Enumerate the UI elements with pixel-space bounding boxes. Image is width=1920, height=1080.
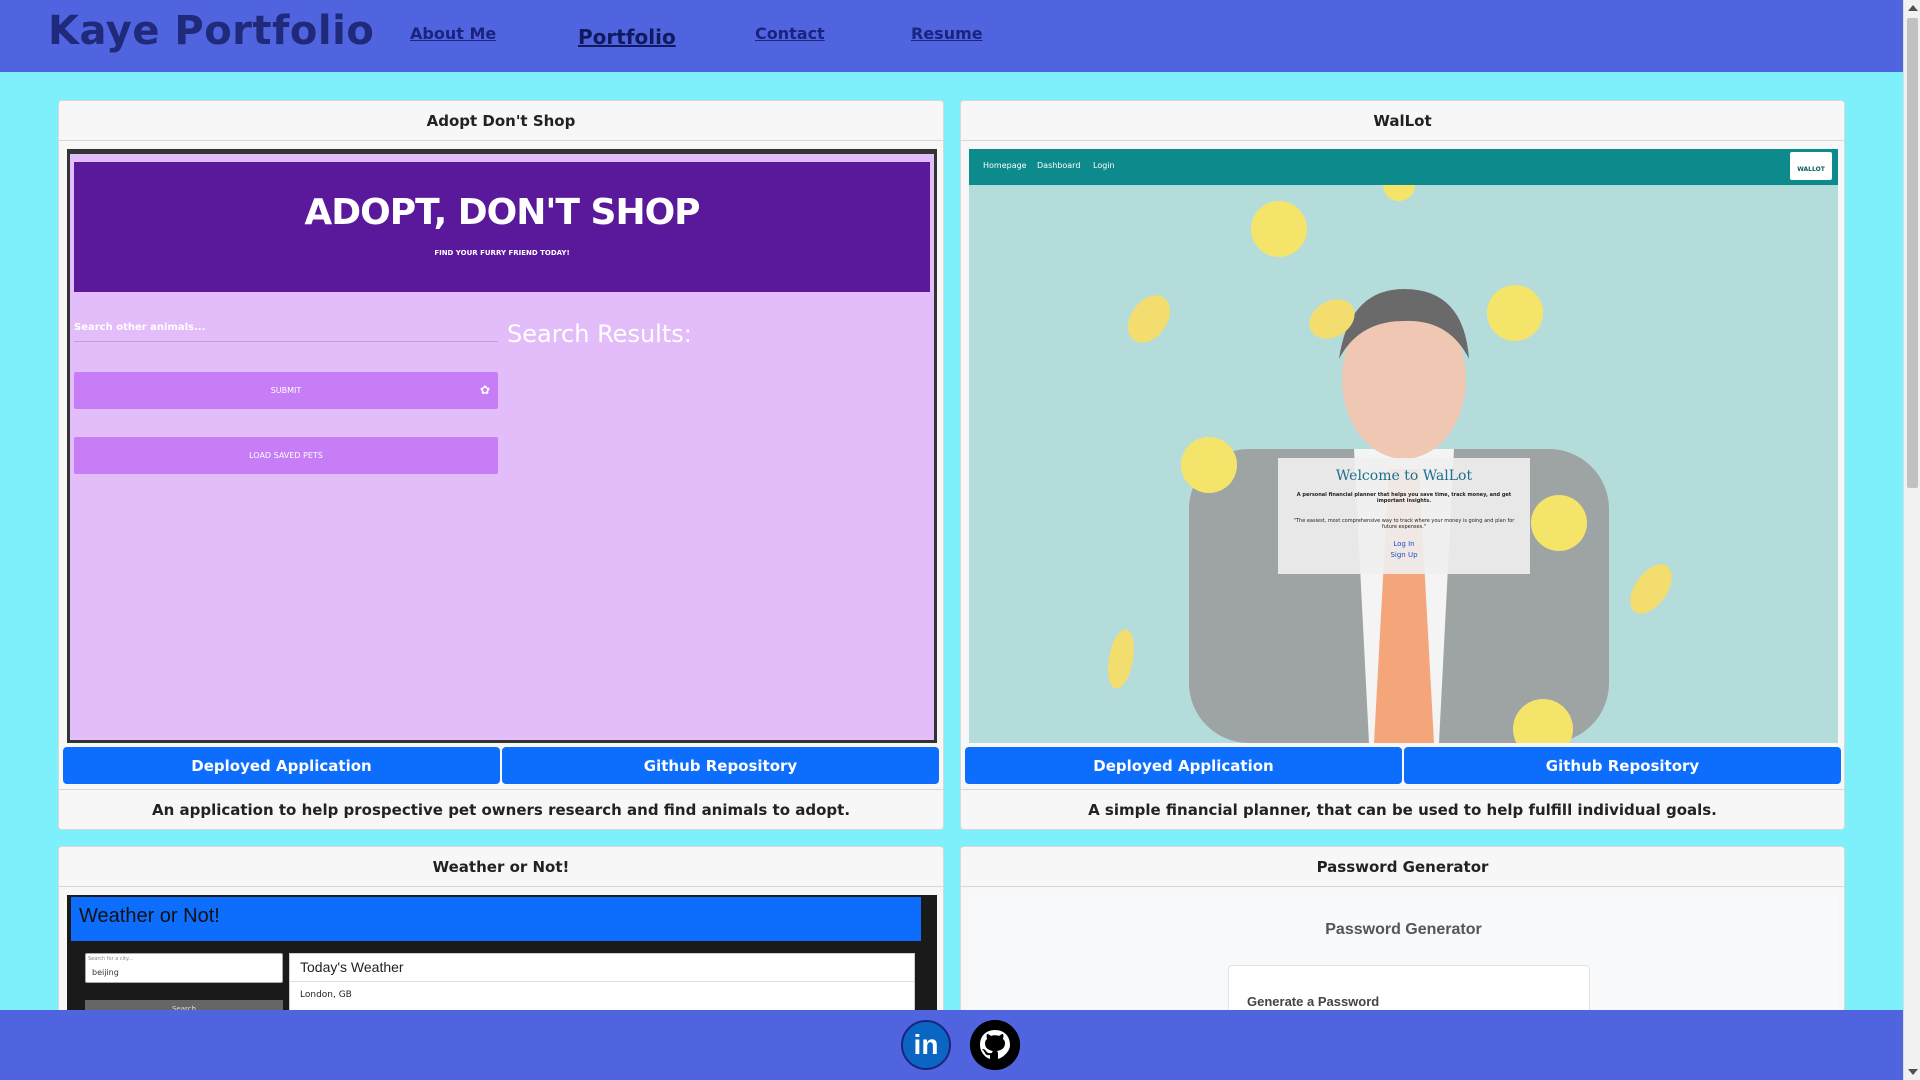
deployed-application-button[interactable]: Deployed Application bbox=[965, 747, 1402, 784]
scrollbar-thumb[interactable] bbox=[1907, 18, 1918, 488]
wallot-welcome-title: Welcome to WalLot bbox=[1335, 468, 1473, 484]
project-title: WalLot bbox=[961, 101, 1844, 141]
project-title: Password Generator bbox=[961, 847, 1844, 887]
project-description: An application to help prospective pet o… bbox=[59, 789, 943, 829]
navbar: Kaye Portfolio About Me Portfolio Contac… bbox=[0, 0, 1903, 72]
footer: in bbox=[0, 1010, 1903, 1080]
wallot-nav-dashboard: Dashboard bbox=[1037, 161, 1081, 170]
wallot-illustration bbox=[1108, 169, 1672, 743]
linkedin-icon[interactable]: in bbox=[901, 1020, 951, 1070]
adopt-banner-title: ADOPT, DON'T SHOP bbox=[304, 192, 700, 233]
wallot-quote: "The easiest, most comprehensive way to … bbox=[1293, 518, 1515, 530]
nav-link-portfolio[interactable]: Portfolio bbox=[578, 25, 676, 49]
wallot-logo: WALLOT bbox=[1790, 152, 1832, 180]
project-card-wallot: WalLot Homepage Dashboard Login WALLOT W… bbox=[960, 100, 1845, 830]
wallot-login-link: Log In bbox=[1393, 540, 1415, 548]
adopt-load-button: LOAD SAVED PETS bbox=[74, 437, 498, 474]
wallot-signup-link: Sign Up bbox=[1390, 551, 1418, 559]
nav-link-resume[interactable]: Resume bbox=[911, 24, 983, 43]
scroll-up-arrow-icon[interactable] bbox=[1908, 5, 1918, 11]
project-screenshot-wallot: Homepage Dashboard Login WALLOT Welcome … bbox=[969, 149, 1838, 743]
weather-header-bar: Weather or Not! bbox=[71, 897, 921, 941]
wallot-nav-homepage: Homepage bbox=[983, 161, 1027, 170]
adopt-banner-subtitle: FIND YOUR FURRY FRIEND TODAY! bbox=[434, 249, 570, 257]
wallot-tagline: A personal financial planner that helps … bbox=[1296, 492, 1512, 504]
page-scrollbar[interactable] bbox=[1903, 0, 1920, 1080]
weather-search-input: Search for a city... beijing bbox=[85, 953, 283, 983]
wallot-welcome-box: Welcome to WalLot A personal financial p… bbox=[1278, 458, 1530, 574]
github-repository-button[interactable]: Github Repository bbox=[1404, 747, 1841, 784]
password-card-heading: Generate a Password bbox=[1247, 994, 1380, 1009]
github-icon[interactable] bbox=[970, 1020, 1020, 1070]
adopt-banner: ADOPT, DON'T SHOP FIND YOUR FURRY FRIEND… bbox=[74, 162, 930, 292]
deployed-application-button[interactable]: Deployed Application bbox=[63, 747, 500, 784]
project-buttons: Deployed Application Github Repository bbox=[63, 747, 939, 784]
scroll-down-arrow-icon[interactable] bbox=[1908, 1069, 1918, 1075]
wallot-navbar: Homepage Dashboard Login WALLOT bbox=[969, 149, 1838, 185]
password-app-title: Password Generator bbox=[1325, 921, 1482, 938]
wallot-nav-login: Login bbox=[1093, 161, 1115, 170]
adopt-submit-button: SUBMIT ✿ bbox=[74, 372, 498, 409]
github-repository-button[interactable]: Github Repository bbox=[502, 747, 939, 784]
adopt-results-heading: Search Results: bbox=[507, 320, 692, 348]
project-card-adopt: Adopt Don't Shop ADOPT, DON'T SHOP FIND … bbox=[58, 100, 944, 830]
weather-app-title: Weather or Not! bbox=[79, 905, 220, 927]
project-description: A simple financial planner, that can be … bbox=[961, 789, 1844, 829]
weather-panel-heading: Today's Weather bbox=[290, 954, 914, 982]
adopt-submit-label: SUBMIT bbox=[270, 386, 302, 395]
paw-icon: ✿ bbox=[479, 383, 490, 397]
weather-search-placeholder: Search for a city... bbox=[88, 956, 133, 962]
project-screenshot-adopt: ADOPT, DON'T SHOP FIND YOUR FURRY FRIEND… bbox=[67, 149, 937, 743]
nav-link-about[interactable]: About Me bbox=[410, 24, 496, 43]
project-buttons: Deployed Application Github Repository bbox=[965, 747, 1841, 784]
brand-title[interactable]: Kaye Portfolio bbox=[48, 8, 374, 54]
adopt-search-input: Search other animals... bbox=[74, 322, 498, 342]
weather-search-value: beijing bbox=[92, 968, 119, 977]
nav-link-contact[interactable]: Contact bbox=[755, 24, 825, 43]
project-title: Adopt Don't Shop bbox=[59, 101, 943, 141]
weather-city: London, GB bbox=[300, 990, 352, 1000]
project-title: Weather or Not! bbox=[59, 847, 943, 887]
